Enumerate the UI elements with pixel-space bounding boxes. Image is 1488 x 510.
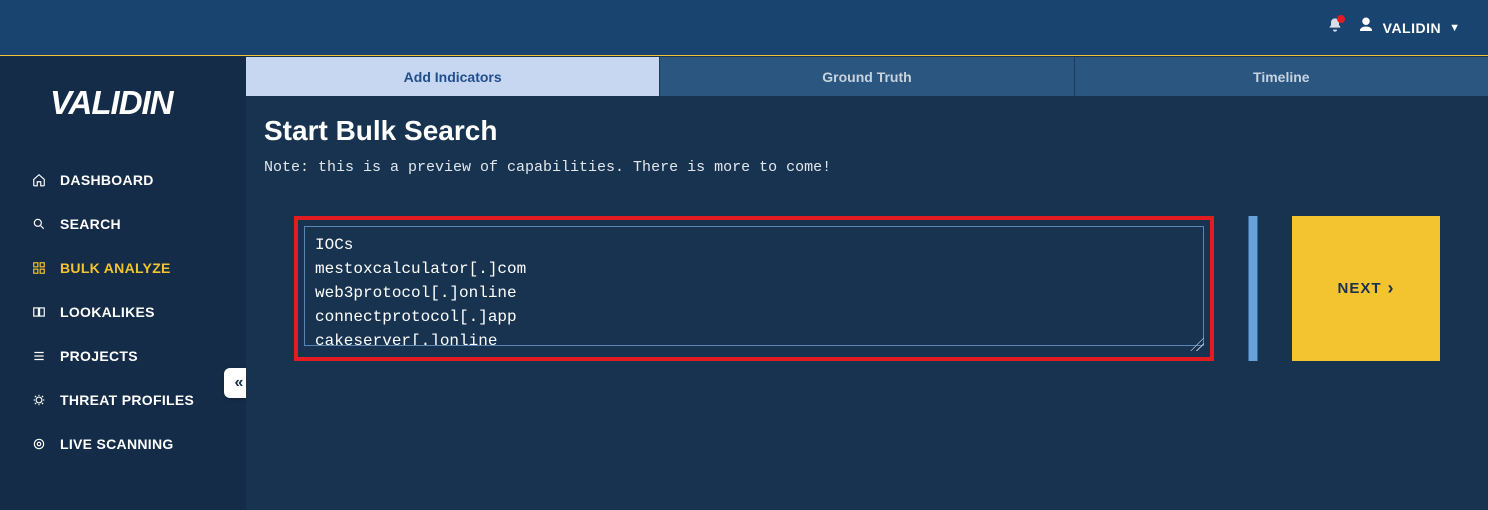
sidebar-nav: DASHBOARD SEARCH BULK ANALYZE LOOKALIKES… — [0, 158, 246, 466]
notifications-button[interactable] — [1327, 17, 1343, 38]
sidebar-item-lookalikes[interactable]: LOOKALIKES — [0, 290, 246, 334]
main: Add Indicators Ground Truth Timeline Sta… — [246, 57, 1488, 510]
bulk-search-row: NEXT › — [264, 216, 1470, 361]
next-button[interactable]: NEXT › — [1292, 216, 1440, 361]
sidebar-item-label: LOOKALIKES — [60, 304, 155, 320]
user-icon — [1357, 16, 1375, 39]
sidebar: VALIDIN DASHBOARD SEARCH BULK ANALYZE LO… — [0, 56, 246, 510]
resize-handle[interactable] — [1190, 337, 1204, 351]
caret-down-icon: ▼ — [1449, 22, 1460, 34]
user-label: VALIDIN — [1383, 20, 1441, 36]
list-icon — [30, 349, 48, 363]
sidebar-item-label: THREAT PROFILES — [60, 392, 194, 408]
tab-label: Ground Truth — [822, 69, 911, 85]
tab-timeline[interactable]: Timeline — [1075, 57, 1488, 96]
sidebar-item-label: SEARCH — [60, 216, 121, 232]
sidebar-item-label: LIVE SCANNING — [60, 436, 174, 452]
topbar-right: VALIDIN ▼ — [1327, 16, 1460, 39]
notification-dot — [1337, 15, 1345, 23]
textarea-scrollbar[interactable] — [1248, 216, 1258, 361]
grid-icon — [30, 261, 48, 275]
chevron-right-icon: › — [1388, 278, 1395, 299]
sidebar-item-label: PROJECTS — [60, 348, 138, 364]
search-icon — [30, 217, 48, 231]
sidebar-item-bulk-analyze[interactable]: BULK ANALYZE — [0, 246, 246, 290]
sidebar-item-threat-profiles[interactable]: THREAT PROFILES — [0, 378, 246, 422]
chevrons-left-icon: « — [235, 374, 244, 392]
tabs: Add Indicators Ground Truth Timeline — [246, 57, 1488, 97]
next-button-label: NEXT — [1337, 280, 1381, 297]
sidebar-item-label: BULK ANALYZE — [60, 260, 171, 276]
page-note: Note: this is a preview of capabilities.… — [264, 159, 1470, 176]
lookalike-icon — [30, 305, 48, 319]
content: Start Bulk Search Note: this is a previe… — [246, 97, 1488, 361]
sidebar-item-live-scanning[interactable]: LIVE SCANNING — [0, 422, 246, 466]
sidebar-item-search[interactable]: SEARCH — [0, 202, 246, 246]
home-icon — [30, 173, 48, 187]
page-title: Start Bulk Search — [264, 115, 1470, 147]
sidebar-item-dashboard[interactable]: DASHBOARD — [0, 158, 246, 202]
sidebar-item-projects[interactable]: PROJECTS — [0, 334, 246, 378]
brand-logo: VALIDIN — [0, 70, 246, 158]
tab-label: Timeline — [1253, 69, 1310, 85]
bulk-indicators-textarea[interactable] — [304, 226, 1204, 346]
sidebar-item-label: DASHBOARD — [60, 172, 154, 188]
bug-icon — [30, 393, 48, 407]
topbar: VALIDIN ▼ — [0, 0, 1488, 56]
user-menu[interactable]: VALIDIN ▼ — [1357, 16, 1460, 39]
target-icon — [30, 437, 48, 451]
tab-add-indicators[interactable]: Add Indicators — [246, 57, 660, 96]
bulk-input-highlight-frame — [294, 216, 1214, 361]
tab-ground-truth[interactable]: Ground Truth — [660, 57, 1074, 96]
tab-label: Add Indicators — [404, 69, 502, 85]
